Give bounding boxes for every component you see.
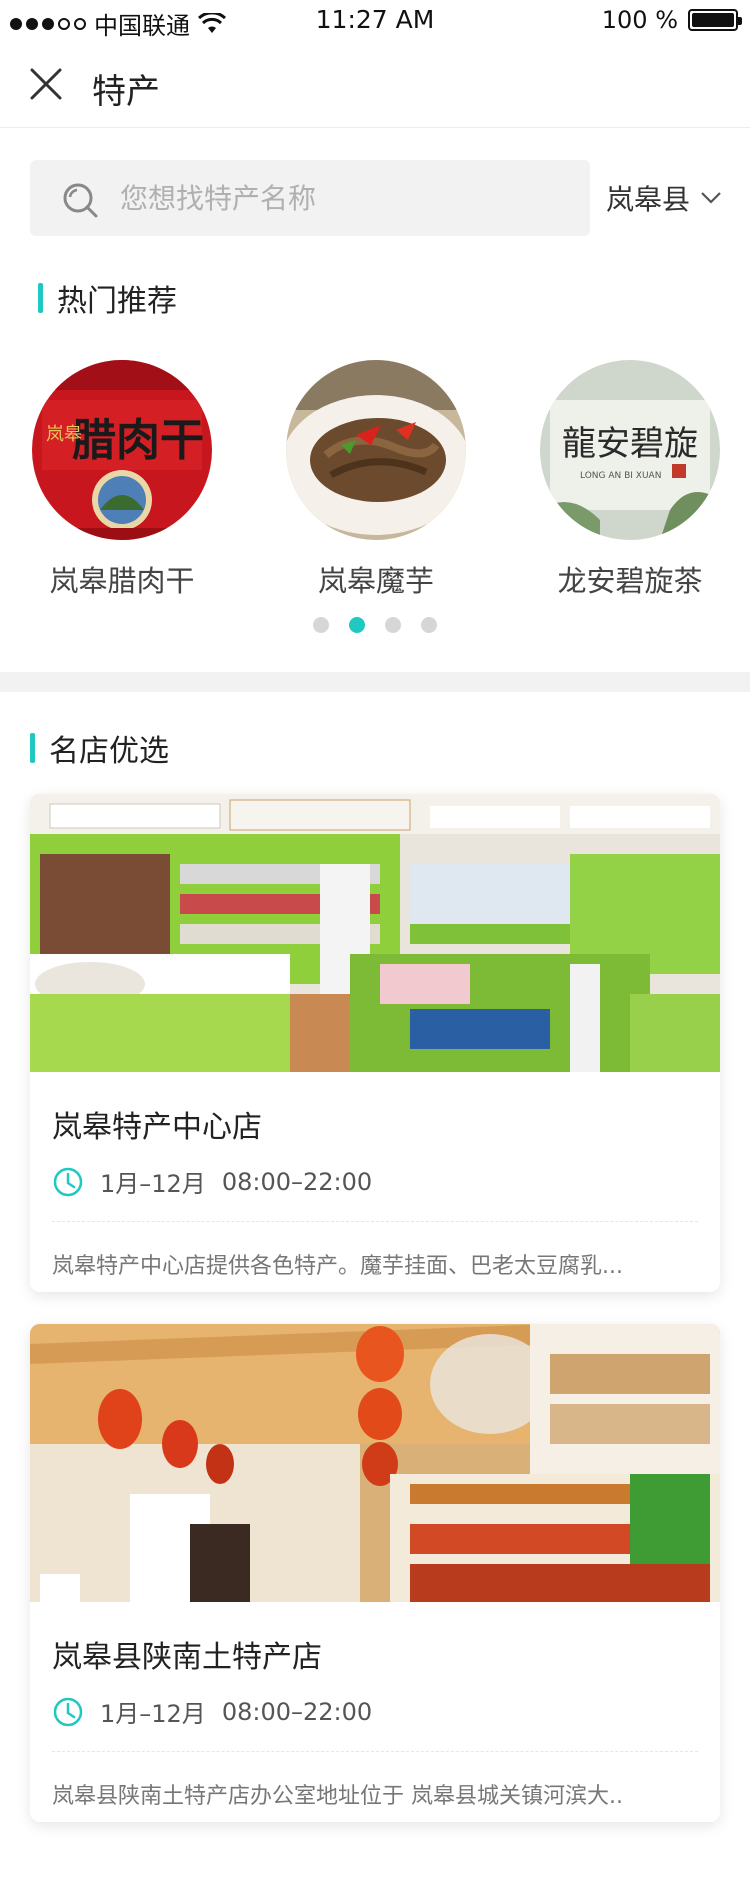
page-dot-active[interactable] xyxy=(349,617,365,633)
status-right: 100 % xyxy=(601,6,742,34)
page-dot[interactable] xyxy=(313,617,329,633)
hot-item-cured-meat[interactable]: 腊肉干 岚皋 岚皋腊肉干 xyxy=(32,360,212,600)
shop-name: 岚皋县陕南土特产店 xyxy=(52,1640,322,1675)
cured-meat-image: 腊肉干 岚皋 xyxy=(32,360,212,540)
shop-hours: 1月–12月 08:00–22:00 xyxy=(52,1694,698,1729)
battery-icon xyxy=(688,9,742,31)
shop-months: 1月–12月 xyxy=(100,1170,206,1198)
shop-name: 岚皋特产中心店 xyxy=(52,1110,262,1145)
chevron-down-icon xyxy=(701,192,721,204)
clock-icon xyxy=(53,1167,83,1196)
page-dot[interactable] xyxy=(421,617,437,633)
shop-time: 08:00–22:00 xyxy=(221,1167,373,1196)
close-icon[interactable] xyxy=(26,64,66,104)
shop-photo xyxy=(30,794,720,1072)
section-divider xyxy=(0,672,750,692)
region-selector[interactable]: 岚皋县 xyxy=(606,178,722,218)
search-box[interactable] xyxy=(30,160,590,236)
page-dot[interactable] xyxy=(385,617,401,633)
svg-text:龍安碧旋: 龍安碧旋 xyxy=(562,424,698,464)
card-divider xyxy=(52,1751,698,1752)
carousel-pagination xyxy=(313,617,437,633)
accent-bar xyxy=(30,733,35,763)
card-divider xyxy=(52,1221,698,1222)
svg-text:岚皋: 岚皋 xyxy=(46,424,82,445)
search-input[interactable] xyxy=(120,160,560,236)
battery-percent: 100 % xyxy=(601,6,678,34)
svg-text:腊肉干: 腊肉干 xyxy=(72,415,204,466)
shop-photo xyxy=(30,1324,720,1602)
hot-item-label: 岚皋魔芋 xyxy=(317,564,434,598)
search-icon xyxy=(63,183,98,218)
shop-description: 岚皋县陕南土特产店办公室地址位于 岚皋县城关镇河滨大.. xyxy=(52,1784,623,1809)
accent-bar xyxy=(38,283,43,313)
page-title: 特产 xyxy=(92,72,160,112)
nav-bar: 特产 xyxy=(0,40,750,128)
shop-card-2[interactable]: 岚皋县陕南土特产店 1月–12月 08:00–22:00 岚皋县陕南土特产店办公… xyxy=(30,1324,720,1822)
hot-section-header: 热门推荐 xyxy=(38,276,177,320)
clock-icon xyxy=(53,1697,83,1726)
shops-section-title: 名店优选 xyxy=(49,734,169,769)
status-bar: 中国联通 11:27 AM 100 % xyxy=(0,0,750,40)
shop-hours: 1月–12月 08:00–22:00 xyxy=(52,1164,698,1199)
hot-item-label: 岚皋腊肉干 xyxy=(49,564,195,598)
shop-months: 1月–12月 xyxy=(100,1700,206,1728)
region-label: 岚皋县 xyxy=(606,183,691,216)
shop-description: 岚皋特产中心店提供各色特产。魔芋挂面、巴老太豆腐乳... xyxy=(52,1254,623,1279)
svg-text:LONG AN BI XUAN: LONG AN BI XUAN xyxy=(580,471,661,481)
hot-section-title: 热门推荐 xyxy=(57,284,177,319)
tea-image: 龍安碧旋 LONG AN BI XUAN xyxy=(540,360,720,540)
shop-time: 08:00–22:00 xyxy=(221,1697,373,1726)
shop-card-1[interactable]: 岚皋特产中心店 1月–12月 08:00–22:00 岚皋特产中心店提供各色特产… xyxy=(30,794,720,1292)
konjac-image xyxy=(286,360,466,540)
shops-section-header: 名店优选 xyxy=(30,726,169,770)
hot-item-label: 龙安碧旋茶 xyxy=(557,564,703,598)
hot-item-konjac[interactable]: 岚皋魔芋 xyxy=(286,360,466,600)
hot-item-tea[interactable]: 龍安碧旋 LONG AN BI XUAN 龙安碧旋茶 xyxy=(540,360,720,600)
